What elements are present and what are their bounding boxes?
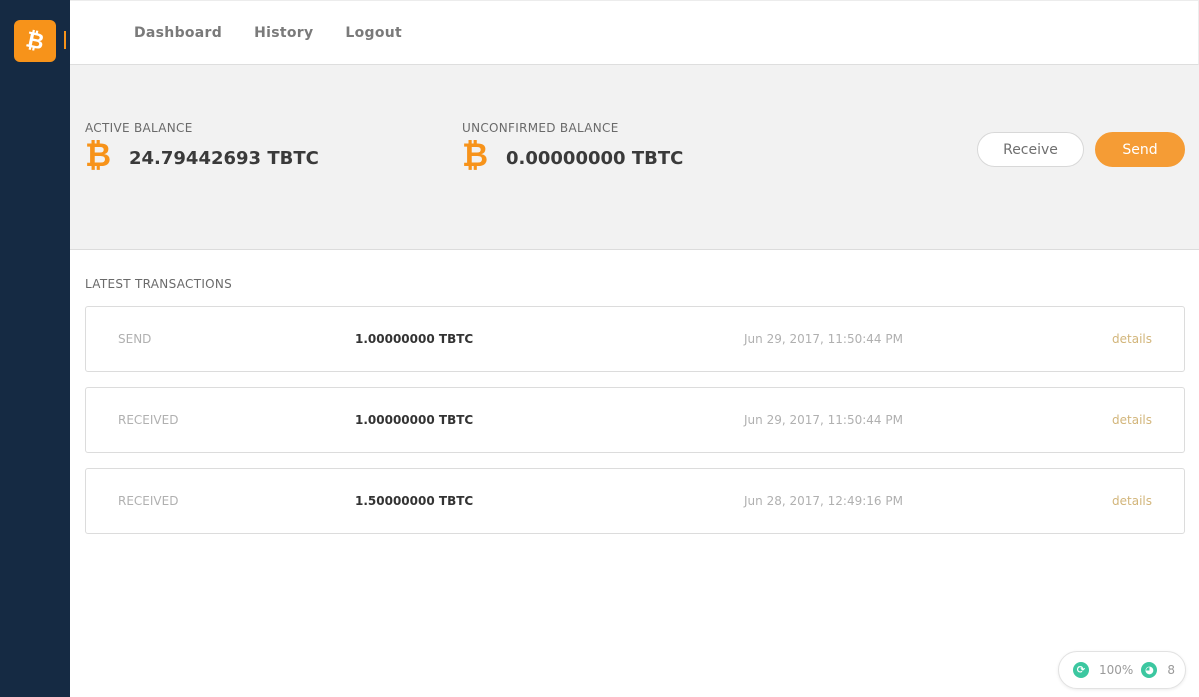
active-indicator: [64, 31, 66, 49]
transaction-amount: 1.50000000 TBTC: [355, 494, 474, 508]
transactions-title: LATEST TRANSACTIONS: [85, 277, 233, 291]
nav-dashboard[interactable]: Dashboard: [134, 25, 222, 41]
network-status-pill: ⟳ 100% ◕ 8: [1058, 651, 1186, 689]
unconfirmed-balance: UNCONFIRMED BALANCE ₿ 0.00000000 TBTC: [462, 121, 683, 171]
sync-icon: ⟳: [1073, 662, 1089, 678]
balance-panel: ACTIVE BALANCE ₿ 24.79442693 TBTC UNCONF…: [70, 65, 1199, 250]
transaction-date: Jun 29, 2017, 11:50:44 PM: [744, 332, 903, 346]
bitcoin-icon: ₿: [462, 136, 489, 174]
bitcoin-icon: ₿: [85, 136, 112, 174]
unconfirmed-balance-amount: 0.00000000 TBTC: [506, 147, 684, 169]
transaction-date: Jun 28, 2017, 12:49:16 PM: [744, 494, 903, 508]
top-nav-bar: Dashboard History Logout: [70, 0, 1199, 65]
peers-count: 8: [1167, 663, 1175, 677]
details-link[interactable]: details: [1112, 494, 1152, 508]
transaction-amount: 1.00000000 TBTC: [355, 332, 474, 346]
transaction-type: RECEIVED: [118, 413, 179, 427]
transaction-row: RECEIVED 1.50000000 TBTC Jun 28, 2017, 1…: [85, 468, 1185, 534]
sidebar: ₿: [0, 0, 70, 697]
transaction-row: SEND 1.00000000 TBTC Jun 29, 2017, 11:50…: [85, 306, 1185, 372]
transaction-amount: 1.00000000 TBTC: [355, 413, 474, 427]
nav-history[interactable]: History: [254, 25, 313, 41]
globe-icon: ◕: [1141, 662, 1158, 678]
transaction-type: SEND: [118, 332, 152, 346]
active-balance-amount: 24.79442693 TBTC: [129, 147, 319, 169]
main-nav: Dashboard History Logout: [134, 1, 402, 65]
transaction-row: RECEIVED 1.00000000 TBTC Jun 29, 2017, 1…: [85, 387, 1185, 453]
details-link[interactable]: details: [1112, 332, 1152, 346]
details-link[interactable]: details: [1112, 413, 1152, 427]
active-balance: ACTIVE BALANCE ₿ 24.79442693 TBTC: [85, 121, 319, 171]
active-balance-label: ACTIVE BALANCE: [85, 121, 193, 135]
unconfirmed-balance-label: UNCONFIRMED BALANCE: [462, 121, 619, 135]
sync-percent: 100%: [1099, 663, 1134, 677]
transaction-date: Jun 29, 2017, 11:50:44 PM: [744, 413, 903, 427]
send-button[interactable]: Send: [1095, 132, 1185, 167]
receive-button[interactable]: Receive: [977, 132, 1084, 167]
nav-logout[interactable]: Logout: [345, 25, 402, 41]
transactions-list: SEND 1.00000000 TBTC Jun 29, 2017, 11:50…: [85, 306, 1185, 549]
bitcoin-logo-icon[interactable]: ₿: [14, 20, 56, 62]
transaction-type: RECEIVED: [118, 494, 179, 508]
bitcoin-glyph: ₿: [23, 27, 47, 56]
